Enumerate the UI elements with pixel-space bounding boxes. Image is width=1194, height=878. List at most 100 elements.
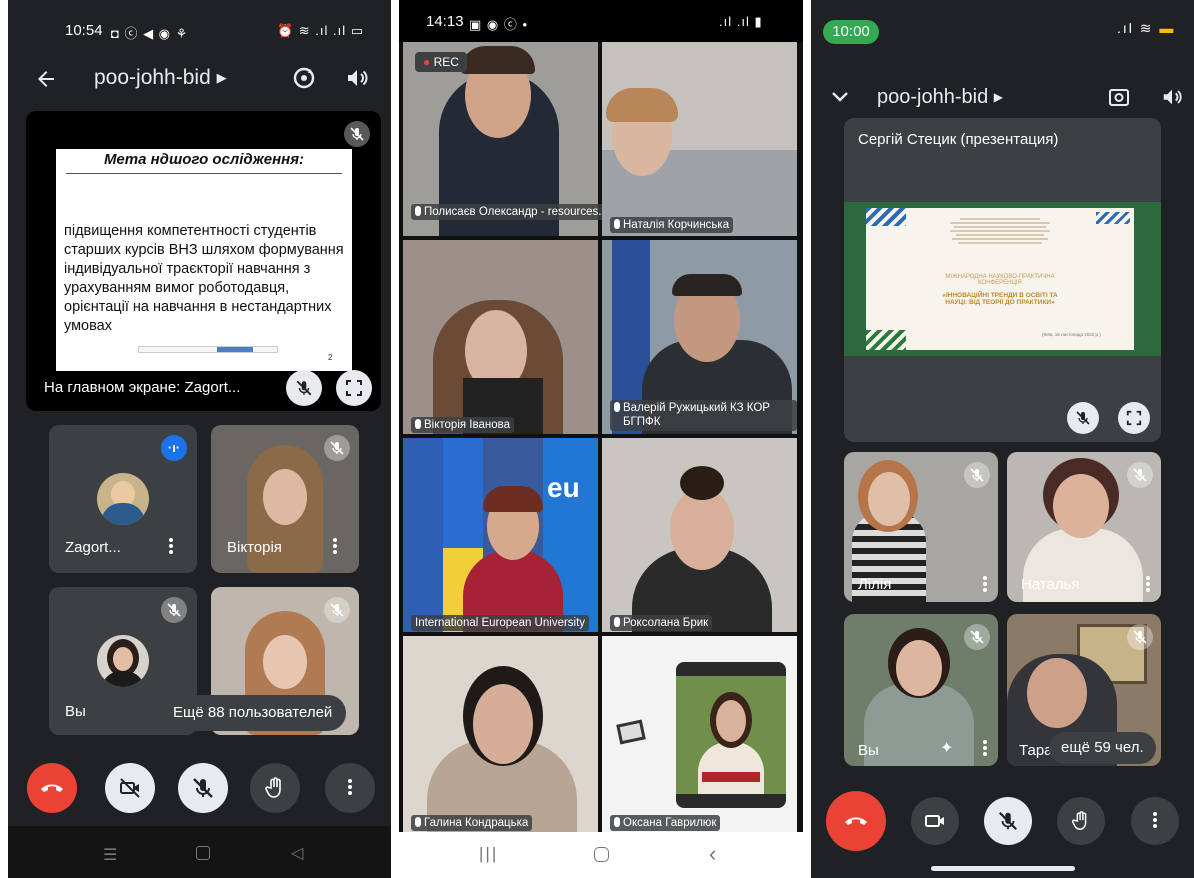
participant-name: Zagort... <box>65 539 121 556</box>
end-call-button[interactable] <box>826 791 886 851</box>
chevron-down-icon[interactable] <box>829 86 851 108</box>
more-vert-icon[interactable] <box>168 536 174 556</box>
meeting-title[interactable]: poo-johh-bid ▶ <box>877 86 1003 109</box>
participant-name: International European University <box>411 615 590 632</box>
back-nav-icon[interactable]: ◁ <box>291 843 303 863</box>
mic-off-icon <box>350 127 364 141</box>
mic-toggle-button[interactable] <box>984 797 1032 845</box>
mic-off-badge <box>324 435 350 461</box>
more-vert-icon[interactable] <box>1145 574 1151 594</box>
participant-tile-liliia[interactable]: Лілія <box>844 452 998 602</box>
mic-off-icon <box>1133 630 1147 644</box>
slide-title: Мета ндшого ослідження: <box>103 151 305 168</box>
fullscreen-icon <box>346 380 362 396</box>
participant-name: Вы <box>858 742 879 759</box>
more-options-button[interactable] <box>325 763 375 813</box>
video-tile-korchynska[interactable]: Наталія Корчинська <box>602 42 797 236</box>
android-nav-bar: ||| ‹ <box>399 832 803 878</box>
fullscreen-button[interactable] <box>336 370 372 406</box>
speaker-icon[interactable] <box>1161 86 1183 108</box>
mic-icon <box>415 419 421 429</box>
camera-toggle-button[interactable] <box>911 797 959 845</box>
home-nav-icon[interactable] <box>594 847 609 862</box>
back-nav-icon[interactable]: ‹ <box>709 841 716 867</box>
video-flag-blue <box>403 438 443 632</box>
participant-name: Наталья <box>1021 576 1080 593</box>
mic-off-icon <box>330 603 344 617</box>
fullscreen-icon <box>1126 410 1142 426</box>
video-hair <box>483 486 543 512</box>
recents-nav-icon[interactable]: ||| <box>479 844 498 864</box>
mic-icon <box>614 817 620 827</box>
more-vert-icon[interactable] <box>332 536 338 556</box>
mic-off-icon <box>296 380 312 396</box>
mic-off-icon <box>970 630 984 644</box>
status-notification-icons: ◘ ⓒ ◀ ◉ ⚘ <box>111 26 189 41</box>
back-arrow-icon[interactable] <box>34 67 58 91</box>
video-banner-logo: eu <box>547 472 580 503</box>
slide-body: підвищення компетентності студентів стар… <box>64 223 344 334</box>
video-tile-ruzhytskyi[interactable]: Валерій Ружицький КЗ КОР БГПФК <box>602 240 797 434</box>
raise-hand-button[interactable] <box>1057 797 1105 845</box>
video-tile-ieu[interactable]: eu International European University <box>403 438 598 632</box>
video-face <box>1027 658 1087 728</box>
participant-tile-self[interactable]: Вы ✦ <box>844 614 998 766</box>
main-mute-button[interactable] <box>286 370 322 406</box>
participant-name: Галина Кондрацька <box>411 815 533 832</box>
rotate-camera-icon[interactable] <box>290 64 318 92</box>
recents-nav-icon[interactable]: ☰ <box>103 845 117 865</box>
slide-page-number: 2 <box>328 353 333 362</box>
camera-toggle-button[interactable] <box>105 763 155 813</box>
android-nav-bar: ☰ ◁ <box>8 826 391 878</box>
video-grid: ● REC Полисаєв Олександр - resources.stu… <box>399 42 803 832</box>
more-users-pill[interactable]: Ещё 88 пользователей <box>159 695 347 731</box>
mic-toggle-button[interactable] <box>178 763 228 813</box>
meeting-title[interactable]: poo-johh-bid ▶ <box>94 66 227 90</box>
more-vert-icon[interactable] <box>982 738 988 758</box>
avatar <box>97 473 149 525</box>
mic-off-badge <box>324 597 350 623</box>
presentation-mute-button[interactable] <box>1067 402 1099 434</box>
video-tile-ivanova[interactable]: Вікторія Іванова <box>403 240 598 434</box>
slide-share-bar <box>138 346 278 353</box>
mic-off-badge <box>344 121 370 147</box>
video-tile-bryk[interactable]: Роксолана Брик <box>602 438 797 632</box>
self-view-pip[interactable] <box>676 662 786 808</box>
video-tile-kondratska[interactable]: Галина Кондрацька <box>403 636 598 832</box>
mic-icon <box>614 617 620 627</box>
end-call-button[interactable] <box>27 763 77 813</box>
sparkle-effects-icon[interactable]: ✦ <box>940 738 953 758</box>
recording-badge: ● REC <box>415 52 467 72</box>
raise-hand-button[interactable] <box>250 763 300 813</box>
participant-tile-viktoria[interactable]: Вікторія <box>211 425 359 573</box>
slide-stripes-top-right <box>1096 212 1130 224</box>
mic-off-icon <box>167 603 181 617</box>
video-tile-havryliuk[interactable]: Оксана Гаврилюк <box>602 636 797 832</box>
home-nav-icon[interactable] <box>196 846 210 860</box>
mic-off-badge <box>964 462 990 488</box>
slide-stripes-top <box>866 208 906 226</box>
participant-tile-natalia[interactable]: Наталья <box>1007 452 1161 602</box>
fullscreen-button[interactable] <box>1118 402 1150 434</box>
participant-name: Тара <box>1019 742 1053 759</box>
rotate-camera-icon[interactable] <box>1107 85 1131 109</box>
video-hair <box>680 466 724 500</box>
speaker-icon[interactable] <box>345 66 369 90</box>
slide-divider <box>66 173 342 174</box>
main-screen-tile[interactable]: Мета ндшого ослідження: підвищення компе… <box>26 111 381 411</box>
meeting-code: poo-johh-bid <box>94 66 211 89</box>
meeting-code: poo-johh-bid <box>877 86 989 108</box>
status-bar: 14:13 ▣ ◉ ⓒ • .ıl .ıl ▮ <box>399 0 803 42</box>
participant-tile-zagort[interactable]: ·ı· Zagort... <box>49 425 197 573</box>
video-tile-polysaev[interactable]: ● REC Полисаєв Олександр - resources.stu… <box>403 42 637 236</box>
speaking-indicator-icon: ·ı· <box>161 435 187 461</box>
presentation-tile[interactable]: Сергій Стецик (презентация) МІЖНАРОДНА Н… <box>844 118 1161 442</box>
home-indicator[interactable] <box>931 866 1075 871</box>
more-options-button[interactable] <box>1131 797 1179 845</box>
more-users-pill[interactable]: ещё 59 чел. <box>1049 732 1156 764</box>
video-face <box>263 635 307 689</box>
slide-date: (Київ, 16 листопада 2022 р.) <box>1042 332 1101 337</box>
more-vert-icon[interactable] <box>982 574 988 594</box>
participant-name: Вы <box>65 703 86 720</box>
participant-name: Валерій Ружицький КЗ КОР БГПФК <box>610 400 797 431</box>
